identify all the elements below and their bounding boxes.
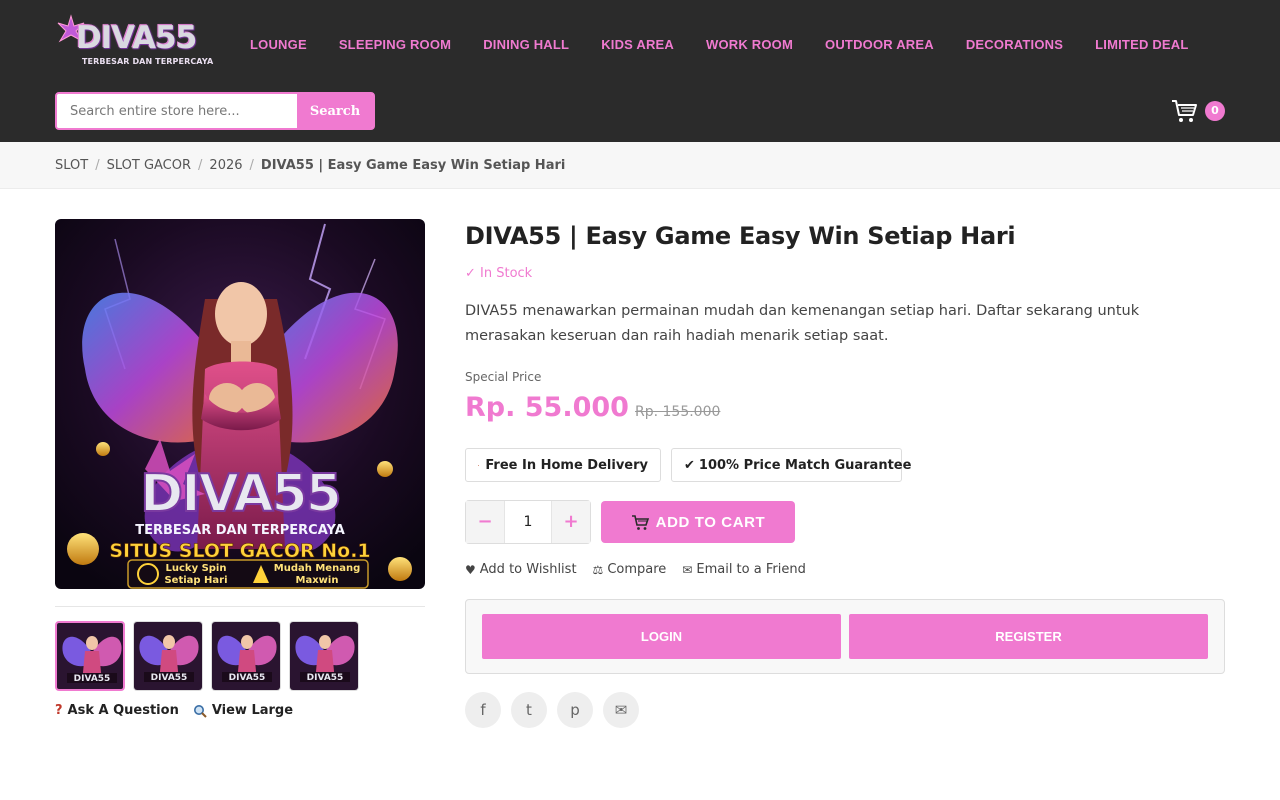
scale-icon: ⚖ (592, 562, 604, 577)
compare-label: Compare (607, 562, 667, 577)
compare-link[interactable]: ⚖ Compare (593, 562, 667, 577)
email-friend-link[interactable]: ✉ Email to a Friend (682, 562, 806, 577)
nav-lounge[interactable]: LOUNGE (250, 37, 307, 52)
magnifier-icon (193, 704, 207, 718)
gallery-divider (55, 606, 425, 607)
quantity-input[interactable]: 1 (504, 501, 552, 543)
site-logo[interactable]: DIVA55 TERBESAR DAN TERPERCAYA (56, 12, 213, 70)
promo-brand-text: DIVA55 (140, 464, 340, 524)
old-price: Rp. 155.000 (635, 404, 721, 420)
email-friend-label: Email to a Friend (696, 562, 806, 577)
share-pinterest-button[interactable]: p (557, 692, 593, 728)
breadcrumb-separator: / (249, 158, 254, 173)
product-title: DIVA55 | Easy Game Easy Win Setiap Hari (465, 222, 1016, 250)
share-twitter-button[interactable]: t (511, 692, 547, 728)
nav-decorations[interactable]: DECORATIONS (966, 37, 1063, 52)
price-match-badge: ✔ 100% Price Match Guarantee (671, 448, 911, 482)
auth-box: LOGIN REGISTER (465, 599, 1225, 674)
envelope-icon: ✉ (614, 701, 628, 719)
login-button[interactable]: LOGIN (482, 614, 841, 659)
product-description: DIVA55 menawarkan permainan mudah dan ke… (465, 303, 1140, 344)
price-match-label: 100% Price Match Guarantee (698, 457, 912, 473)
promo-headline-text: SITUS SLOT GACOR No.1 (109, 540, 370, 562)
envelope-icon: ✉ (682, 562, 693, 577)
register-button[interactable]: REGISTER (849, 614, 1208, 659)
view-large-link[interactable]: View Large (193, 703, 293, 718)
breadcrumb-separator: / (95, 158, 100, 173)
heart-icon: ♥ (465, 562, 476, 577)
search-input[interactable] (57, 94, 299, 128)
add-to-cart-label: ADD TO CART (655, 513, 766, 531)
question-icon: ? (55, 703, 63, 718)
breadcrumb: SLOT / SLOT GACOR / 2026 / DIVA55 | Easy… (55, 158, 565, 173)
nav-limited-deal[interactable]: LIMITED DEAL (1095, 37, 1188, 52)
share-facebook-button[interactable]: f (465, 692, 501, 728)
ask-question-label: Ask A Question (67, 703, 179, 718)
delivery-badge: Free In Home Delivery (465, 448, 661, 482)
promo-tagline-text: TERBESAR DAN TERPERCAYA (135, 523, 345, 538)
add-to-cart-button[interactable]: ADD TO CART (601, 501, 795, 543)
nav-kids-area[interactable]: KIDS AREA (601, 37, 674, 52)
breadcrumb-bar: SLOT / SLOT GACOR / 2026 / DIVA55 | Easy… (0, 142, 1280, 189)
svg-text:DIVA55: DIVA55 (151, 673, 188, 683)
site-header: DIVA55 TERBESAR DAN TERPERCAYA LOUNGE SL… (0, 0, 1280, 142)
logo-tagline: TERBESAR DAN TERPERCAYA (82, 57, 214, 66)
special-price-label: Special Price (465, 370, 542, 384)
breadcrumb-current: DIVA55 | Easy Game Easy Win Setiap Hari (260, 158, 566, 173)
logo-wordmark: DIVA55 (76, 20, 197, 56)
thumbnail-4[interactable]: DIVA55 (289, 621, 359, 691)
delivery-badge-label: Free In Home Delivery (485, 457, 648, 473)
nav-outdoor-area[interactable]: OUTDOOR AREA (825, 37, 934, 52)
breadcrumb-slot[interactable]: SLOT (55, 158, 88, 173)
add-to-wishlist-link[interactable]: ♥ Add to Wishlist (465, 562, 577, 577)
svg-text:DIVA55: DIVA55 (307, 673, 344, 683)
gallery-thumbnails: DIVA55 DIVA55 DIVA55 DIVA55 (55, 621, 367, 691)
cart-icon[interactable] (1170, 98, 1198, 124)
special-price: Rp. 55.000 (465, 392, 629, 423)
promo-feature-text: Maxwin (296, 575, 339, 586)
breadcrumb-separator: / (198, 158, 203, 173)
promo-feature-text: Setiap Hari (164, 575, 227, 586)
stock-status: ✓ In Stock (465, 266, 533, 281)
cart-count-badge[interactable]: 0 (1205, 101, 1225, 121)
nav-work-room[interactable]: WORK ROOM (706, 37, 793, 52)
product-main-image[interactable]: DIVA55 TERBESAR DAN TERPERCAYA SITUS SLO… (55, 219, 425, 589)
promo-feature-text: Mudah Menang (274, 563, 360, 574)
quantity-increase-button[interactable]: + (552, 501, 590, 543)
truck-icon (478, 464, 480, 466)
breadcrumb-slot-gacor[interactable]: SLOT GACOR (107, 158, 191, 173)
product-actions: ♥ Add to Wishlist ⚖ Compare ✉ Email to a… (465, 562, 822, 577)
thumbnail-1[interactable]: DIVA55 (55, 621, 125, 691)
svg-text:DIVA55: DIVA55 (74, 674, 111, 684)
main-nav: LOUNGE SLEEPING ROOM DINING HALL KIDS AR… (250, 37, 1221, 52)
ask-question-link[interactable]: ? Ask A Question (55, 703, 179, 718)
thumbnail-2[interactable]: DIVA55 (133, 621, 203, 691)
quantity-stepper: − 1 + (465, 500, 591, 544)
quantity-decrease-button[interactable]: − (466, 501, 504, 543)
search-button[interactable]: Search (297, 94, 373, 128)
nav-dining-hall[interactable]: DINING HALL (483, 37, 569, 52)
view-large-label: View Large (211, 703, 294, 718)
breadcrumb-2026[interactable]: 2026 (209, 158, 242, 173)
search-bar: Search (55, 92, 375, 130)
svg-text:DIVA55: DIVA55 (229, 673, 266, 683)
wishlist-label: Add to Wishlist (479, 562, 577, 577)
gallery-links: ? Ask A Question View Large (55, 703, 307, 718)
nav-sleeping-room[interactable]: SLEEPING ROOM (339, 37, 451, 52)
share-email-button[interactable]: ✉ (603, 692, 639, 728)
promo-feature-text: Lucky Spin (166, 563, 227, 574)
thumbnail-3[interactable]: DIVA55 (211, 621, 281, 691)
cart-icon (631, 514, 649, 530)
check-icon: ✔ (684, 457, 695, 473)
promo-artwork: DIVA55 TERBESAR DAN TERPERCAYA SITUS SLO… (55, 219, 425, 589)
